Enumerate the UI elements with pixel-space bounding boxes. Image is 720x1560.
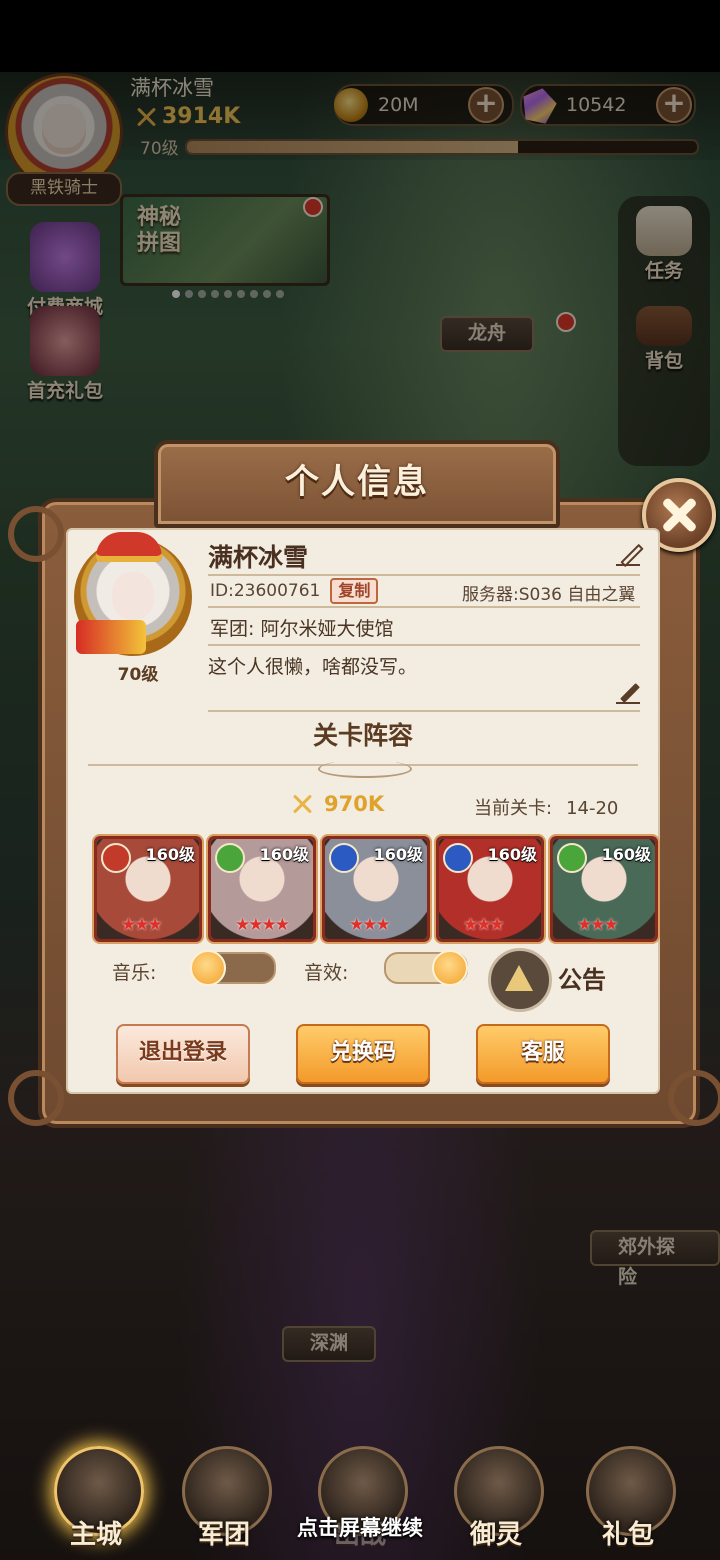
divider xyxy=(208,606,640,608)
profile-level: 70级 xyxy=(117,665,159,685)
bottom-nav: 主城 军团 出战 御灵 礼包 xyxy=(0,1440,720,1560)
signature-text: 这个人很懒，啥都没写。 xyxy=(208,656,418,678)
frame-ornament xyxy=(668,1070,720,1126)
hero-lineup: 160级 ★★★ 160级 ★★★★ 160级 ★★★ 160级 ★★★ 160级 ★★★ xyxy=(94,836,658,942)
music-label: 音乐: xyxy=(112,962,157,984)
nav-battle[interactable]: 出战 xyxy=(300,1440,420,1560)
megaphone-icon[interactable] xyxy=(488,948,552,1012)
announcement-label[interactable]: 公告 xyxy=(558,960,606,995)
hero-stars: ★★★ xyxy=(577,915,619,935)
lineup-title: 关卡阵容 xyxy=(312,721,413,750)
copy-id-button[interactable]: 复制 xyxy=(330,578,379,604)
frame-ornament xyxy=(8,1070,64,1126)
hero-card[interactable]: 160级 ★★★ xyxy=(94,836,202,942)
customer-service-button[interactable]: 客服 xyxy=(476,1024,610,1084)
dialog-title-plate: 个人信息 xyxy=(154,440,560,528)
nav-gift-pack[interactable]: 礼包 xyxy=(568,1440,688,1560)
profile-avatar[interactable] xyxy=(74,532,192,656)
hero-stars: ★★★★ xyxy=(235,915,290,935)
id-row: ID:23600761 复制 xyxy=(210,578,379,604)
hero-card[interactable]: 160级 ★★★★ xyxy=(208,836,316,942)
hero-card[interactable]: 160级 ★★★ xyxy=(322,836,430,942)
element-icon xyxy=(443,843,473,873)
lineup-power: 970K xyxy=(290,792,384,816)
edit-name-icon[interactable] xyxy=(616,542,640,566)
hero-stars: ★★★ xyxy=(349,915,391,935)
red-envelope-decoration xyxy=(76,620,146,654)
hero-level: 160级 xyxy=(601,845,651,864)
edit-signature-icon[interactable] xyxy=(616,680,640,704)
hero-level: 160级 xyxy=(259,845,309,864)
hero-card[interactable]: 160级 ★★★ xyxy=(550,836,658,942)
ornament-divider xyxy=(88,758,638,782)
tap-to-continue-hint[interactable]: 点击屏幕继续 xyxy=(0,1512,720,1542)
stage-label: 当前关卡: xyxy=(474,798,553,819)
avatar-hat xyxy=(96,532,162,562)
player-id: ID:23600761 xyxy=(210,581,321,601)
hero-stars: ★★★ xyxy=(463,915,505,935)
element-icon xyxy=(101,843,131,873)
hero-card[interactable]: 160级 ★★★ xyxy=(436,836,544,942)
hero-stars: ★★★ xyxy=(121,915,163,935)
stage-value: 14-20 xyxy=(566,798,619,819)
music-toggle[interactable] xyxy=(190,950,276,986)
toggle-knob xyxy=(190,950,226,986)
sfx-toggle[interactable] xyxy=(384,950,468,986)
toggle-knob xyxy=(432,950,468,986)
dialog-title: 个人信息 xyxy=(285,462,429,502)
divider xyxy=(208,574,640,576)
element-icon xyxy=(329,843,359,873)
dialog-panel: 70级 满杯冰雪 ID:23600761 复制 服务器:S036 自由之翼 军团… xyxy=(66,528,660,1094)
hero-level: 160级 xyxy=(145,845,195,864)
hero-level: 160级 xyxy=(487,845,537,864)
profile-dialog: 个人信息 70级 满杯冰雪 ID:23600761 复制 服务器:S036 自由… xyxy=(8,440,720,1130)
nav-main-city[interactable]: 主城 xyxy=(36,1440,156,1560)
avatar-face xyxy=(112,572,154,620)
sfx-label: 音效: xyxy=(304,962,349,984)
divider xyxy=(208,710,640,712)
hero-level: 160级 xyxy=(373,845,423,864)
logout-button[interactable]: 退出登录 xyxy=(116,1024,250,1084)
element-icon xyxy=(215,843,245,873)
lineup-power-value: 970K xyxy=(324,792,385,816)
profile-name: 满杯冰雪 xyxy=(208,543,309,572)
nav-spirit[interactable]: 御灵 xyxy=(436,1440,556,1560)
frame-ornament xyxy=(8,506,64,562)
legion-info: 军团: 阿尔米娅大使馆 xyxy=(210,618,394,640)
divider xyxy=(208,644,640,646)
nav-legion[interactable]: 军团 xyxy=(164,1440,284,1560)
element-icon xyxy=(557,843,587,873)
current-stage: 当前关卡: 14-20 xyxy=(474,794,618,820)
crossed-swords-icon xyxy=(290,792,314,816)
redeem-code-button[interactable]: 兑换码 xyxy=(296,1024,430,1084)
server-info: 服务器:S036 自由之翼 xyxy=(462,585,636,605)
